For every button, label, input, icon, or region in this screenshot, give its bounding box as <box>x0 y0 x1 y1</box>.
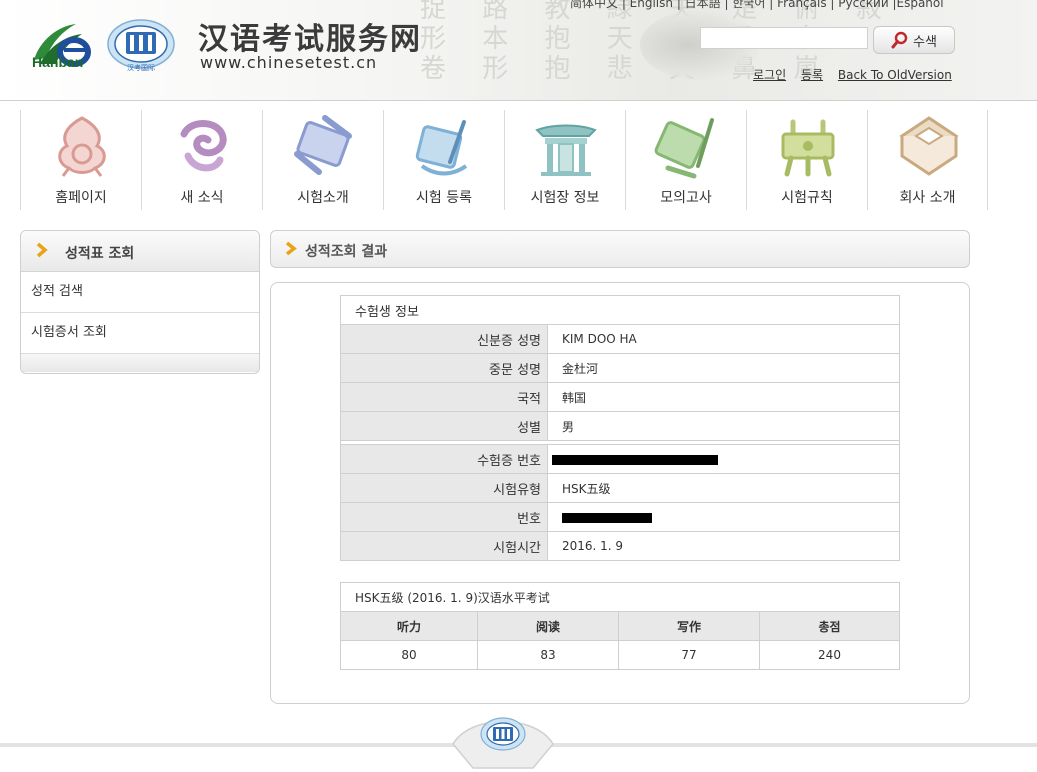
cti-emblem <box>452 717 554 769</box>
chevron-right-icon <box>285 241 297 256</box>
row-value: 2016. 1. 9 <box>547 531 900 561</box>
candidate-info-table: 수험생 정보 신분증 성명 KIM DOO HA 중문 성명 金杜河 국적 韩国… <box>340 295 900 561</box>
table-row: 수험증 번호 <box>340 444 900 474</box>
table-row: 성별 男 <box>340 411 900 441</box>
search-button-label: 수색 <box>913 34 937 50</box>
score-cell: 83 <box>477 640 619 670</box>
sidebar-title: 성적표 조회 <box>65 246 135 262</box>
row-label: 시험시간 <box>340 531 548 561</box>
hanban-logo-text: Hanban <box>32 54 84 70</box>
nav-item-about[interactable]: 회사 소개 <box>867 110 988 210</box>
row-value: KIM DOO HA <box>547 324 900 354</box>
site-title: 汉语考试服务网 <box>198 22 422 57</box>
column-header: 听力 <box>340 611 478 641</box>
sidebar: 성적표 조회 성적 검색 시험증서 조회 <box>20 230 260 374</box>
cloud-swirl-icon <box>180 120 227 172</box>
search-icon <box>891 31 908 49</box>
row-value: 韩国 <box>547 382 900 412</box>
register-link[interactable]: 등록 <box>801 68 823 82</box>
ding-vessel-icon <box>781 119 835 177</box>
row-label: 번호 <box>340 502 548 532</box>
book-brush-icon <box>654 118 714 179</box>
score-table: HSK五级 (2016. 1. 9)汉语水平考试 听力 阅读 写作 총점 80 … <box>340 582 900 670</box>
nav-item-test-center[interactable]: 시험장 정보 <box>504 110 625 210</box>
table-row: 국적 韩国 <box>340 382 900 412</box>
column-header: 写作 <box>618 611 760 641</box>
cube-icon <box>899 116 959 176</box>
table-row: 신분증 성명 KIM DOO HA <box>340 324 900 354</box>
nav-item-exam-intro[interactable]: 시험소개 <box>262 110 383 210</box>
table-header-row: 听力 阅读 写作 총점 <box>340 611 900 641</box>
row-value: 男 <box>547 411 900 441</box>
old-version-link[interactable]: Back To OldVersion <box>838 68 952 82</box>
nav-label: 시험 등록 <box>416 190 472 206</box>
nav-item-registration[interactable]: 시험 등록 <box>383 110 504 210</box>
nav-label: 시험소개 <box>297 190 349 206</box>
row-label: 중문 성명 <box>340 353 548 383</box>
site-header: 捉 路 教 緑 夫 是 俯 寂 形 本 抱 天 人 盈 泉 卷 形 抱 悲 夫 … <box>0 0 1037 101</box>
table-row: 시험시간 2016. 1. 9 <box>340 531 900 561</box>
nav-label: 시험규칙 <box>781 190 833 206</box>
nav-label: 시험장 정보 <box>530 190 600 206</box>
search-button[interactable]: 수색 <box>873 26 955 54</box>
scroll-icon <box>294 115 352 175</box>
page-title: 성적조회 결과 <box>305 244 388 260</box>
result-header: 성적조회 결과 <box>270 230 970 268</box>
login-link[interactable]: 로그인 <box>753 68 786 82</box>
account-links: 로그인 등록 Back To OldVersion <box>753 66 952 83</box>
table-row: 중문 성명 金杜河 <box>340 353 900 383</box>
sidebar-item-score-search[interactable]: 성적 검색 <box>21 272 259 313</box>
nav-label: 새 소식 <box>180 190 224 206</box>
nav-item-exam-rules[interactable]: 시험규칙 <box>746 110 867 210</box>
nav-label: 모의고사 <box>660 190 712 206</box>
row-label: 수험증 번호 <box>340 444 548 474</box>
table-row: 80 83 77 240 <box>340 640 900 670</box>
sidebar-footer <box>21 354 259 372</box>
row-label: 시험유형 <box>340 473 548 503</box>
column-header: 阅读 <box>477 611 619 641</box>
nav-item-home[interactable]: 홈페이지 <box>20 110 141 210</box>
row-label: 국적 <box>340 382 548 412</box>
language-bar[interactable]: 简体中文 | English | 日本語 | 한국어 | Français | … <box>570 0 944 11</box>
table-row: 시험유형 HSK五级 <box>340 473 900 503</box>
row-label: 신분증 성명 <box>340 324 548 354</box>
table-row: 번호 <box>340 502 900 532</box>
sidebar-header: 성적표 조회 <box>21 231 259 272</box>
chevron-right-icon <box>36 242 48 258</box>
nav-label: 회사 소개 <box>899 190 956 206</box>
nav-label: 홈페이지 <box>55 190 107 206</box>
table-caption: HSK五级 (2016. 1. 9)汉语水平考试 <box>340 582 900 612</box>
site-url: www.chinesetest.cn <box>200 53 378 72</box>
column-header: 총점 <box>759 611 900 641</box>
sidebar-item-certificate-lookup[interactable]: 시험증서 조회 <box>21 313 259 354</box>
row-label: 성별 <box>340 411 548 441</box>
table-caption: 수험생 정보 <box>340 295 900 325</box>
score-cell: 77 <box>618 640 760 670</box>
nav-item-mock-test[interactable]: 모의고사 <box>625 110 746 210</box>
cti-logo-text: 汉考国际 <box>127 63 155 72</box>
scroll-brush-icon <box>415 120 468 176</box>
search-input[interactable] <box>700 27 868 49</box>
redaction-bar <box>562 512 652 523</box>
pavilion-icon <box>535 124 597 176</box>
row-value: 金杜河 <box>547 353 900 383</box>
main-nav: 홈페이지 새 소식 시험소개 시험 등록 시험장 정보 모의고사 시험규칙 회사… <box>20 110 988 210</box>
row-value: HSK五级 <box>547 473 900 503</box>
nav-item-news[interactable]: 새 소식 <box>141 110 262 210</box>
cti-logo[interactable]: 汉考国际 <box>106 18 176 74</box>
redaction-bar <box>552 454 718 465</box>
score-cell: 80 <box>340 640 478 670</box>
score-cell: 240 <box>759 640 900 670</box>
knot-icon <box>58 116 106 177</box>
